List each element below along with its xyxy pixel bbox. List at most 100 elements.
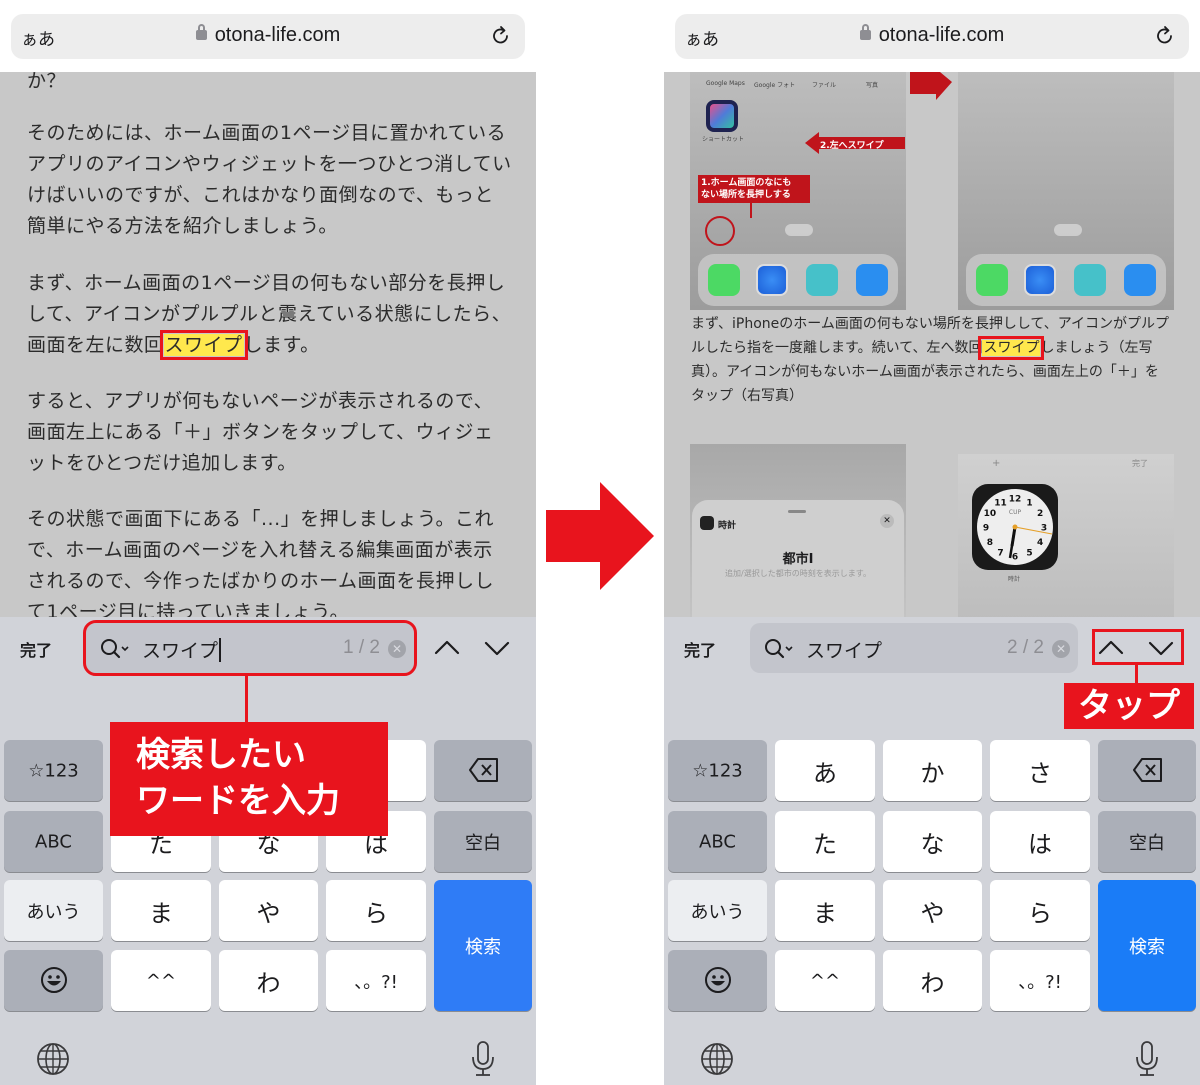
url-text: otona-life.com bbox=[878, 24, 1005, 46]
key-kana[interactable]: あいう bbox=[4, 880, 103, 941]
annotation-long-press: 1.ホーム画面のなにも ない場所を長押しする bbox=[698, 175, 810, 203]
phone-screen-after: ぁあ otona-life.com Google Maps Google フォト… bbox=[664, 0, 1200, 1085]
article-image-clock-widget: + 完了 12 1 2 3 4 5 6 7 8 9 10 11 CUP 時計 bbox=[958, 454, 1174, 617]
clock-number: 5 bbox=[1026, 549, 1032, 559]
widget-sheet: 時計 ✕ 都市I 追加/選択した都市の時刻を表示します。 bbox=[692, 500, 904, 617]
search-icon bbox=[765, 639, 793, 659]
mail-app-icon bbox=[856, 264, 888, 296]
key-emoji[interactable] bbox=[668, 950, 767, 1011]
key-emoji[interactable] bbox=[4, 950, 103, 1011]
callout-leader-line bbox=[1135, 662, 1138, 684]
previous-match-button[interactable] bbox=[1096, 633, 1126, 663]
article-paragraph: すると、アプリが何もないページが表示されるので、画面左上にある「＋」ボタンをタッ… bbox=[27, 390, 494, 474]
clock-number: 1 bbox=[1026, 498, 1032, 508]
safari-app-icon bbox=[1024, 264, 1056, 296]
safari-toolbar: ぁあ otona-life.com bbox=[664, 0, 1200, 72]
reload-icon[interactable] bbox=[1153, 24, 1177, 48]
key-punctuation[interactable]: 、。?! bbox=[326, 950, 426, 1011]
globe-icon[interactable] bbox=[36, 1042, 70, 1076]
find-query-text: スワイプ bbox=[806, 640, 883, 662]
page-dots bbox=[1054, 224, 1082, 236]
key-ka[interactable]: か bbox=[883, 740, 982, 801]
key-backspace[interactable] bbox=[1098, 740, 1196, 801]
clock-number: 7 bbox=[997, 549, 1003, 559]
article-caption-with-match: まず、iPhoneのホーム画面の何もない場所を長押しして、アイコンがプルプルした… bbox=[691, 316, 1170, 404]
microphone-icon[interactable] bbox=[470, 1040, 496, 1078]
text-caret bbox=[219, 638, 222, 662]
clear-icon[interactable]: ✕ bbox=[1052, 640, 1070, 658]
article-paragraph-with-match: まず、ホーム画面の1ページ目の何もない部分を長押しして、アイコンがプルプルと震え… bbox=[27, 272, 512, 360]
key-abc[interactable]: ABC bbox=[668, 811, 767, 872]
clock-city-label: CUP bbox=[1009, 509, 1022, 516]
url-display[interactable]: otona-life.com bbox=[11, 24, 525, 47]
article-content: か？ そのためには、ホーム画面の1ページ目に置かれているアプリのアイコンやウィジ… bbox=[0, 72, 536, 617]
article-paragraph: か？ bbox=[27, 72, 67, 92]
search-match-highlight: スワイプ bbox=[978, 336, 1045, 360]
clock-number: 2 bbox=[1037, 509, 1043, 519]
shortcuts-app-icon bbox=[706, 100, 738, 132]
key-kaomoji[interactable]: ^^ bbox=[775, 950, 875, 1011]
key-numbers[interactable]: ☆123 bbox=[668, 740, 767, 801]
key-ra[interactable]: ら bbox=[990, 880, 1090, 941]
lock-icon bbox=[195, 24, 207, 40]
key-na[interactable]: な bbox=[883, 811, 982, 872]
search-match-highlight: スワイプ bbox=[159, 330, 248, 360]
address-bar[interactable]: ぁあ otona-life.com bbox=[675, 14, 1189, 59]
key-search[interactable]: 検索 bbox=[434, 880, 532, 1011]
clock-number: 9 bbox=[983, 524, 989, 534]
key-space[interactable]: 空白 bbox=[1098, 811, 1196, 872]
key-wa[interactable]: わ bbox=[883, 950, 982, 1011]
key-ma[interactable]: ま bbox=[111, 880, 211, 941]
previous-match-button[interactable] bbox=[432, 633, 462, 663]
key-a[interactable]: あ bbox=[775, 740, 875, 801]
done-button[interactable]: 完了 bbox=[20, 637, 52, 661]
clock-number: 12 bbox=[1009, 495, 1022, 505]
key-ma[interactable]: ま bbox=[775, 880, 875, 941]
key-ya[interactable]: や bbox=[219, 880, 318, 941]
phone-screen-before: ぁあ otona-life.com か？ そのためには、ホーム画面の1ページ目に… bbox=[0, 0, 536, 1085]
microphone-icon[interactable] bbox=[1134, 1040, 1160, 1078]
safari-toolbar: ぁあ otona-life.com bbox=[0, 0, 536, 72]
clock-number: 10 bbox=[984, 509, 997, 519]
article-paragraph: その状態で画面下にある「...」を押しましょう。これで、ホーム画面のページを入れ… bbox=[27, 508, 495, 617]
key-numbers[interactable]: ☆123 bbox=[4, 740, 103, 801]
clock-number: 8 bbox=[987, 538, 993, 548]
globe-icon[interactable] bbox=[700, 1042, 734, 1076]
next-match-button[interactable] bbox=[482, 633, 512, 663]
key-ta[interactable]: た bbox=[775, 811, 875, 872]
key-kaomoji[interactable]: ^^ bbox=[111, 950, 211, 1011]
mail-app-icon bbox=[1124, 264, 1156, 296]
article-image-home-long-press: Google Maps Google フォト ファイル 写真 ショートカット 2… bbox=[690, 72, 906, 310]
key-ya[interactable]: や bbox=[883, 880, 982, 941]
key-kana[interactable]: あいう bbox=[668, 880, 767, 941]
reload-icon[interactable] bbox=[489, 24, 513, 48]
key-wa[interactable]: わ bbox=[219, 950, 318, 1011]
url-display[interactable]: otona-life.com bbox=[675, 24, 1189, 47]
key-search[interactable]: 検索 bbox=[1098, 880, 1196, 1011]
next-match-button[interactable] bbox=[1146, 633, 1176, 663]
find-input[interactable]: スワイプ 1 / 2 ✕ bbox=[83, 620, 417, 676]
callout-leader-line bbox=[245, 673, 248, 723]
key-backspace[interactable] bbox=[434, 740, 532, 801]
url-text: otona-life.com bbox=[214, 24, 341, 46]
article-content: Google Maps Google フォト ファイル 写真 ショートカット 2… bbox=[664, 72, 1200, 617]
key-ha[interactable]: は bbox=[990, 811, 1090, 872]
phone-app-icon bbox=[708, 264, 740, 296]
clear-icon[interactable]: ✕ bbox=[388, 640, 406, 658]
key-ra[interactable]: ら bbox=[326, 880, 426, 941]
find-input[interactable]: スワイプ 2 / 2 ✕ bbox=[750, 623, 1078, 673]
search-icon bbox=[101, 639, 129, 659]
key-space[interactable]: 空白 bbox=[434, 811, 532, 872]
key-punctuation[interactable]: 、。?! bbox=[990, 950, 1090, 1011]
emoji-icon bbox=[41, 967, 67, 993]
find-query-text: スワイプ bbox=[142, 636, 222, 663]
address-bar[interactable]: ぁあ otona-life.com bbox=[11, 14, 525, 59]
close-icon: ✕ bbox=[880, 514, 894, 528]
key-abc[interactable]: ABC bbox=[4, 811, 103, 872]
article-image-widget-sheet: 時計 ✕ 都市I 追加/選択した都市の時刻を表示します。 bbox=[690, 444, 906, 617]
key-sa[interactable]: さ bbox=[990, 740, 1090, 801]
lock-icon bbox=[859, 24, 871, 40]
next-step-arrow-icon bbox=[910, 72, 952, 100]
press-target-circle bbox=[705, 216, 735, 246]
done-button[interactable]: 完了 bbox=[684, 637, 716, 661]
